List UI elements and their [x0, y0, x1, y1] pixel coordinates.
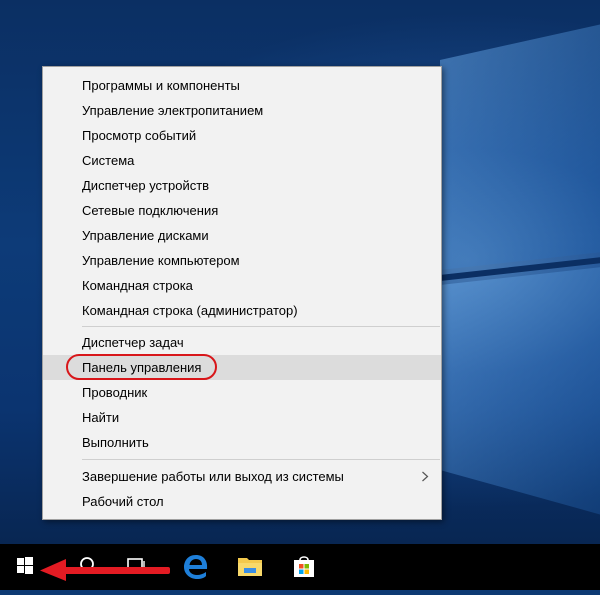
menu-item-computer-management[interactable]: Управление компьютером [43, 248, 441, 273]
menu-item-shutdown-signout[interactable]: Завершение работы или выход из системы [43, 464, 441, 489]
menu-item-search[interactable]: Найти [43, 405, 441, 430]
menu-item-disk-management[interactable]: Управление дисками [43, 223, 441, 248]
file-explorer-button[interactable] [230, 544, 270, 590]
menu-separator [82, 326, 440, 327]
menu-item-system[interactable]: Система [43, 148, 441, 173]
menu-item-task-manager[interactable]: Диспетчер задач [43, 330, 441, 355]
file-explorer-icon [238, 558, 262, 576]
menu-item-network-connections[interactable]: Сетевые подключения [43, 198, 441, 223]
menu-item-power-options[interactable]: Управление электропитанием [43, 98, 441, 123]
store-icon [294, 556, 314, 577]
menu-item-file-explorer[interactable]: Проводник [43, 380, 441, 405]
menu-item-device-manager[interactable]: Диспетчер устройств [43, 173, 441, 198]
menu-item-command-prompt-admin[interactable]: Командная строка (администратор) [43, 298, 441, 323]
edge-icon [184, 555, 208, 579]
edge-button[interactable] [176, 544, 216, 590]
menu-separator [82, 459, 440, 460]
menu-item-command-prompt[interactable]: Командная строка [43, 273, 441, 298]
menu-item-run[interactable]: Выполнить [43, 430, 441, 455]
menu-item-event-viewer[interactable]: Просмотр событий [43, 123, 441, 148]
menu-item-label: Завершение работы или выход из системы [82, 469, 344, 484]
highlight-oval-annotation [66, 354, 217, 380]
windows-logo-backdrop [439, 24, 600, 515]
store-button[interactable] [284, 544, 324, 590]
menu-item-programs-features[interactable]: Программы и компоненты [43, 73, 441, 98]
red-arrow-annotation [40, 559, 170, 581]
winx-context-menu: Программы и компоненты Управление электр… [42, 66, 442, 520]
menu-item-desktop[interactable]: Рабочий стол [43, 489, 441, 514]
